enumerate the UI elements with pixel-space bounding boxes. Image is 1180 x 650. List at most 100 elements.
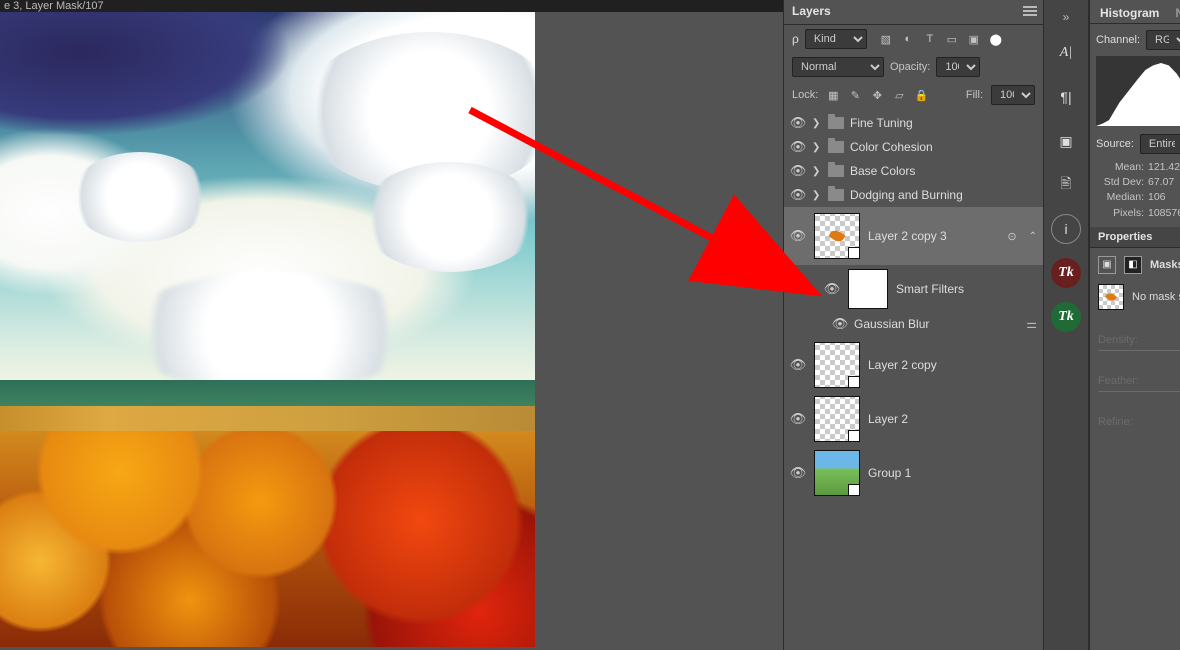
opacity-label: Opacity: (890, 61, 930, 73)
filter-toggle-icon[interactable]: ⬤ (989, 32, 1003, 46)
stat-label: Median: (1096, 190, 1144, 205)
tk-panel-icon[interactable]: Tk (1051, 258, 1081, 288)
layer-name[interactable]: Color Cohesion (850, 140, 933, 154)
chevron-right-icon[interactable]: ❯ (812, 190, 822, 201)
layer-row[interactable]: 👁 Layer 2 (784, 392, 1043, 446)
layer-row[interactable]: 👁 Layer 2 copy (784, 338, 1043, 392)
smart-filters-row[interactable]: 👁 Smart Filters (784, 265, 1043, 313)
chevron-right-icon[interactable]: ❯ (812, 118, 822, 129)
stat-label: Mean: (1096, 160, 1144, 175)
character-panel-icon[interactable]: A| (1051, 38, 1081, 68)
folder-icon (828, 141, 844, 153)
opacity-select[interactable]: 100% (936, 57, 980, 77)
lock-all-icon[interactable]: 🔒 (914, 89, 928, 102)
layer-thumbnail[interactable] (814, 396, 860, 442)
folder-icon (828, 117, 844, 129)
layer-row[interactable]: 👁 Group 1 (784, 446, 1043, 500)
layer-thumbnail[interactable] (814, 450, 860, 496)
masks-label: Masks (1150, 259, 1180, 271)
density-label: Density: (1098, 334, 1180, 346)
lock-transparency-icon[interactable]: ▦ (826, 89, 840, 102)
layer-name[interactable]: Layer 2 copy (868, 358, 937, 372)
stat-label: Pixels: (1096, 206, 1144, 221)
visibility-icon[interactable]: 👁 (824, 281, 840, 297)
layer-group[interactable]: 👁 ❯ Dodging and Burning (784, 183, 1043, 207)
visibility-icon[interactable]: 👁 (790, 411, 806, 427)
histogram-graph[interactable] (1096, 56, 1180, 126)
stat-value: 121.42 (1148, 160, 1180, 175)
channel-label: Channel: (1096, 34, 1140, 46)
folder-icon (828, 189, 844, 201)
folder-icon (828, 165, 844, 177)
visibility-icon[interactable]: 👁 (790, 357, 806, 373)
filter-name[interactable]: Gaussian Blur (854, 317, 929, 331)
feather-label: Feather: (1098, 375, 1180, 387)
visibility-icon[interactable]: 👁 (790, 228, 806, 244)
clone-source-icon[interactable]: ▣ (1051, 126, 1081, 156)
blend-mode-select[interactable]: Normal (792, 57, 884, 77)
tk-panel-green-icon[interactable]: Tk (1051, 302, 1081, 332)
paragraph-panel-icon[interactable]: ¶| (1051, 82, 1081, 112)
layers-panel: Layers ρ Kind ▧ ◐ T ▭ ▣ ⬤ Normal Opacity… (783, 0, 1043, 650)
layer-group[interactable]: 👁 ❯ Fine Tuning (784, 111, 1043, 135)
visibility-icon[interactable]: 👁 (790, 187, 806, 203)
filter-kind-select[interactable]: Kind (805, 29, 867, 49)
collapsed-dock: » A| ¶| ▣ 🖹 i Tk Tk (1043, 0, 1089, 650)
selected-layer[interactable]: 👁 Layer 2 copy 3 ⊙ ⌃ (784, 207, 1043, 265)
filter-adjust-icon[interactable]: ◐ (901, 32, 915, 46)
fill-select[interactable]: 100% (991, 85, 1035, 105)
canvas[interactable] (0, 12, 535, 647)
no-mask-text: No mask se (1132, 291, 1180, 303)
filter-shape-icon[interactable]: ▭ (945, 32, 959, 46)
filter-pixel-icon[interactable]: ▧ (879, 32, 893, 46)
layer-group[interactable]: 👁 ❯ Color Cohesion (784, 135, 1043, 159)
filter-type-icon[interactable]: T (923, 32, 937, 46)
stat-label: Std Dev: (1096, 175, 1144, 190)
visibility-icon[interactable]: 👁 (790, 465, 806, 481)
layer-name[interactable]: Layer 2 (868, 412, 908, 426)
stat-value: 67.07 (1148, 175, 1174, 190)
visibility-icon[interactable]: 👁 (790, 115, 806, 131)
right-side-panels: Histogram Nav Channel: RGB Source: Entir… (1089, 0, 1180, 650)
source-select[interactable]: Entire Im (1140, 134, 1180, 154)
chevron-right-icon[interactable]: ❯ (812, 142, 822, 153)
stat-value: 106 (1148, 190, 1166, 205)
panel-menu-icon[interactable] (1023, 6, 1037, 16)
layer-name[interactable]: Group 1 (868, 466, 911, 480)
chevron-up-icon[interactable]: ⌃ (1029, 231, 1037, 242)
visibility-icon[interactable]: 👁 (790, 163, 806, 179)
histogram-tab[interactable]: Histogram (1094, 3, 1165, 23)
visibility-icon[interactable]: 👁 (790, 139, 806, 155)
layer-name[interactable]: Dodging and Burning (850, 188, 963, 202)
navigator-tab[interactable]: Nav (1169, 3, 1180, 23)
fill-label: Fill: (966, 89, 983, 101)
filter-smart-icon[interactable]: ▣ (967, 32, 981, 46)
channel-select[interactable]: RGB (1146, 30, 1180, 50)
mask-thumbnail[interactable] (1098, 284, 1124, 310)
lock-pixels-icon[interactable]: ✎ (848, 89, 862, 102)
blending-options-icon[interactable]: ⚌ (1026, 317, 1037, 331)
layer-name[interactable]: Base Colors (850, 164, 915, 178)
chevron-right-icon[interactable]: ❯ (812, 166, 822, 177)
vector-mask-icon[interactable]: ◧ (1124, 256, 1142, 274)
measurement-icon[interactable]: 🖹 (1051, 170, 1081, 200)
smart-filter-mask-thumbnail[interactable] (848, 269, 888, 309)
source-label: Source: (1096, 138, 1134, 150)
visibility-icon[interactable]: 👁 (832, 316, 848, 332)
info-panel-icon[interactable]: i (1051, 214, 1081, 244)
layer-name[interactable]: Fine Tuning (850, 116, 913, 130)
layer-thumbnail[interactable] (814, 342, 860, 388)
layer-group[interactable]: 👁 ❯ Base Colors (784, 159, 1043, 183)
document-title: e 3, Layer Mask/107 (0, 0, 783, 12)
layers-tab[interactable]: Layers (792, 4, 831, 18)
properties-tab[interactable]: Properties (1090, 227, 1180, 248)
lock-label: Lock: (792, 89, 818, 101)
refine-label: Refine: (1098, 416, 1180, 428)
smart-filter-item[interactable]: 👁 Gaussian Blur ⚌ (784, 313, 1043, 338)
lock-artboard-icon[interactable]: ▱ (892, 89, 906, 102)
pixel-mask-icon[interactable]: ▣ (1098, 256, 1116, 274)
layer-thumbnail[interactable] (814, 213, 860, 259)
lock-position-icon[interactable]: ✥ (870, 89, 884, 102)
layer-name[interactable]: Layer 2 copy 3 (868, 229, 947, 243)
filter-fx-icon[interactable]: ⊙ (1007, 230, 1016, 243)
